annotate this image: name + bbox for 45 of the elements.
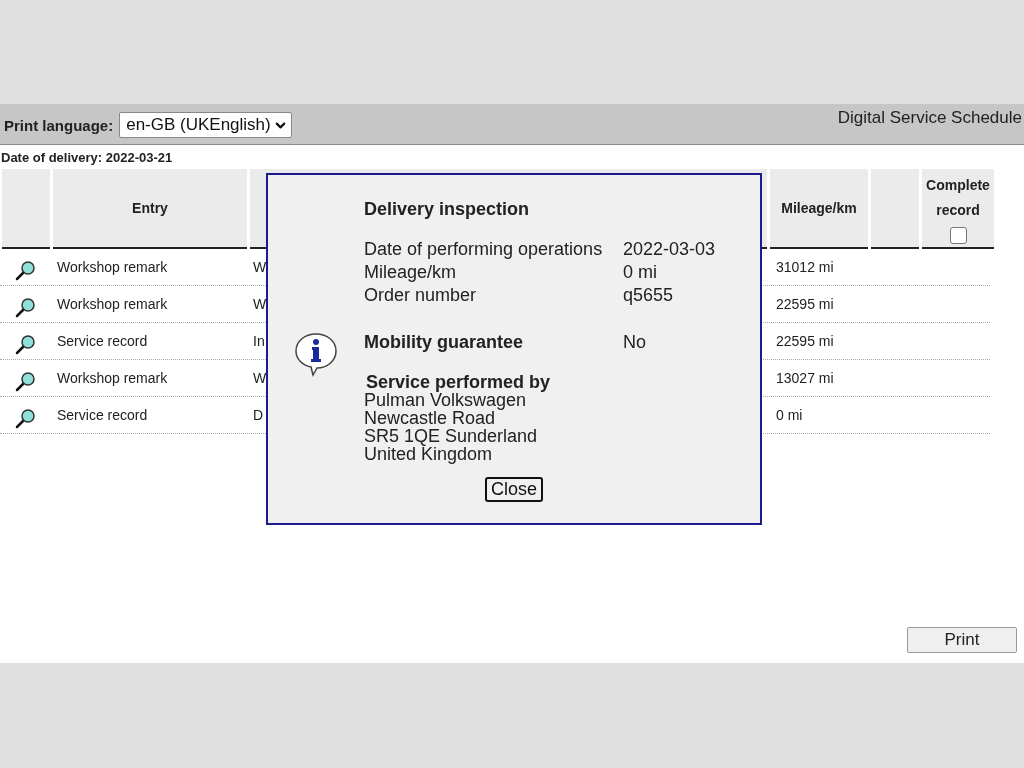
table-cell-text: D	[252, 407, 264, 423]
address-line: Pulman Volkswagen	[364, 391, 528, 409]
magnifier-icon[interactable]	[15, 407, 37, 429]
field-value: No	[623, 331, 647, 354]
mileage-cell-text: 31012 mi	[775, 259, 834, 275]
address-line: Newcastle Road	[364, 409, 496, 427]
mileage-cell-text: 22595 mi	[775, 296, 834, 312]
print-language-label: Print language:	[4, 116, 114, 134]
entry-cell-text: Service record	[56, 333, 148, 349]
field-value: q5655	[623, 284, 675, 307]
language-select[interactable]: en-GB (UKEnglish)	[119, 112, 292, 138]
table-cell-text: In	[252, 333, 265, 349]
checkbox[interactable]	[949, 226, 967, 244]
mileage-cell-text: 13027 mi	[775, 370, 834, 386]
field-label: Mileage/km	[364, 261, 458, 284]
mileage-cell-text: 22595 mi	[775, 333, 834, 349]
field-value: 2022-03-03	[623, 238, 717, 261]
service-heading: Service performed by	[365, 373, 552, 391]
address-line: SR5 1QE Sunderland	[364, 427, 539, 445]
mileage-cell-text: 0 mi	[775, 407, 803, 423]
page-title: Digital Service Schedule	[837, 108, 1023, 128]
entry-cell-text: Workshop remark	[56, 370, 168, 386]
magnifier-icon[interactable]	[15, 296, 37, 318]
field-value: 0 mi	[623, 261, 658, 284]
address-line: United Kingdom	[364, 445, 494, 463]
delivery-date: Date of delivery: 2022-03-21	[0, 149, 174, 167]
entry-cell-text: Workshop remark	[56, 296, 168, 312]
table-cell-text: W	[252, 296, 267, 312]
field-label: Date of performing operations	[364, 238, 604, 261]
info-icon	[293, 331, 339, 377]
magnifier-icon[interactable]	[15, 333, 37, 355]
entry-header: Entry	[132, 198, 168, 218]
dialog-title: Delivery inspection	[364, 199, 531, 220]
magnifier-icon[interactable]	[15, 370, 37, 392]
complete-record-header: Complete record	[925, 175, 991, 220]
mileage-header: Mileage/km	[781, 198, 857, 218]
table-cell-text: W	[252, 370, 267, 386]
close-button[interactable]: Close	[485, 477, 543, 502]
entry-cell-text: Service record	[56, 407, 148, 423]
magnifier-icon[interactable]	[15, 259, 37, 281]
field-label: Order number	[364, 284, 478, 307]
print-button[interactable]: Print	[907, 627, 1017, 653]
field-label: Mobility guarantee	[364, 331, 525, 354]
table-cell-text: W	[252, 259, 267, 275]
entry-cell-text: Workshop remark	[56, 259, 168, 275]
